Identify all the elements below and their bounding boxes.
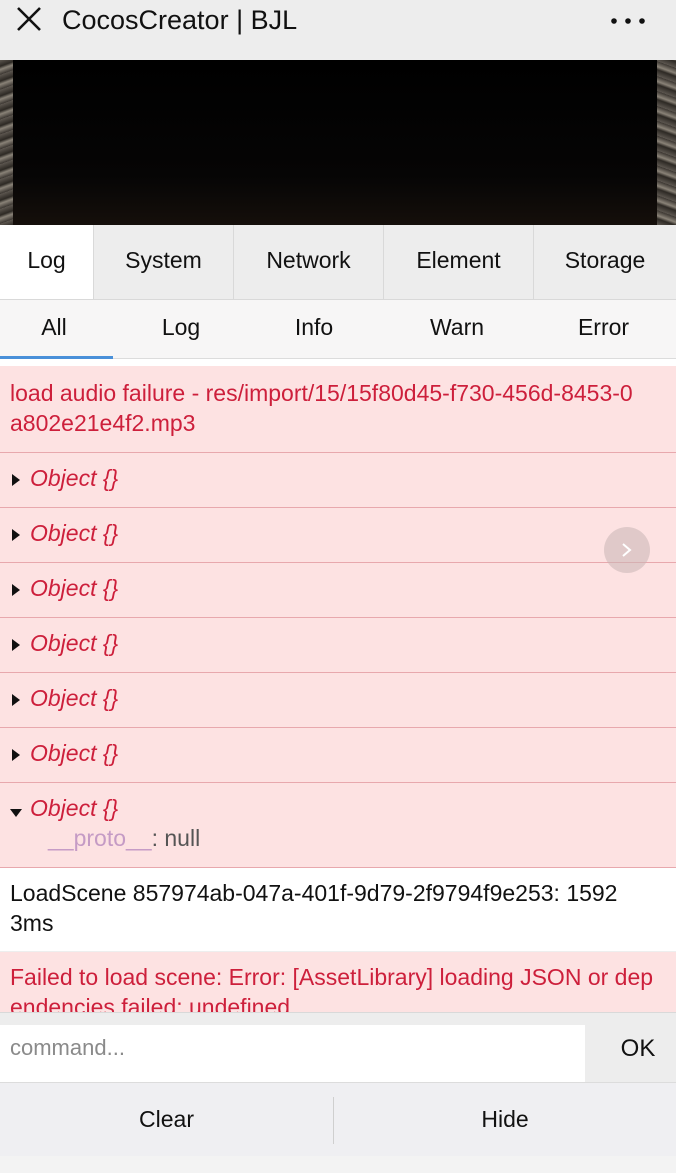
filter-log[interactable]: Log [113, 300, 249, 358]
active-filter-indicator [0, 356, 113, 359]
log-message: Failed to load scene: Error: [AssetLibra… [10, 964, 654, 1014]
game-viewport [13, 60, 657, 225]
command-input[interactable] [0, 1025, 585, 1083]
expand-arrow-icon[interactable] [11, 473, 21, 487]
expand-arrow-icon[interactable] [11, 693, 21, 707]
log-item-object[interactable]: Object {} [0, 453, 676, 508]
tab-network[interactable]: Network [234, 225, 384, 299]
game-border-right [657, 60, 676, 225]
proto-separator: : [151, 825, 165, 851]
object-label[interactable]: Object {} [30, 571, 118, 605]
expand-arrow-icon[interactable] [11, 638, 21, 652]
app-title: CocosCreator | BJL [62, 5, 298, 35]
log-item-load-scene: LoadScene 857974ab-047a-401f-9d79-2f9794… [0, 868, 676, 952]
expand-arrow-icon[interactable] [11, 583, 21, 597]
more-icon[interactable] [606, 10, 650, 32]
object-label[interactable]: Object {} [30, 791, 118, 825]
proto-property: __proto__: null [48, 823, 200, 853]
object-label[interactable]: Object {} [30, 626, 118, 660]
proto-value: null [164, 825, 201, 851]
filter-warn[interactable]: Warn [379, 300, 535, 358]
tab-log[interactable]: Log [0, 225, 94, 299]
scroll-button[interactable] [604, 527, 650, 573]
bottom-safe-area [0, 1156, 676, 1173]
ok-button[interactable]: OK [600, 1013, 676, 1083]
log-item-object[interactable]: Object {} [0, 508, 676, 563]
game-border-left [0, 60, 13, 225]
log-message: load audio failure - res/import/15/15f80… [10, 380, 633, 436]
log-filter-bar: All Log Info Warn Error [0, 300, 676, 359]
command-bar: OK [0, 1012, 676, 1083]
title-bar: CocosCreator | BJL [0, 0, 676, 60]
filter-info[interactable]: Info [249, 300, 379, 358]
filter-all[interactable]: All [0, 300, 108, 358]
log-item-object[interactable]: Object {} [0, 673, 676, 728]
hide-button[interactable]: Hide [334, 1083, 676, 1157]
log-item-object[interactable]: Object {} [0, 728, 676, 783]
game-canvas[interactable] [0, 60, 676, 225]
console-tab-bar: Log System Network Element Storage [0, 225, 676, 300]
log-message: LoadScene 857974ab-047a-401f-9d79-2f9794… [10, 880, 618, 936]
object-label[interactable]: Object {} [30, 681, 118, 715]
log-item-audio-error: load audio failure - res/import/15/15f80… [0, 366, 676, 453]
log-item-object[interactable]: Object {} [0, 563, 676, 618]
log-item-object-expanded[interactable]: Object {} __proto__: null [0, 783, 676, 868]
object-label[interactable]: Object {} [30, 516, 118, 550]
console-toolbar: Clear Hide [0, 1082, 676, 1156]
collapse-arrow-icon[interactable] [9, 808, 23, 818]
object-label[interactable]: Object {} [30, 461, 118, 495]
log-list[interactable]: load audio failure - res/import/15/15f80… [0, 366, 676, 1014]
tab-element[interactable]: Element [384, 225, 534, 299]
log-item-object[interactable]: Object {} [0, 618, 676, 673]
tab-storage[interactable]: Storage [534, 225, 676, 299]
expand-arrow-icon[interactable] [11, 528, 21, 542]
filter-error[interactable]: Error [535, 300, 672, 358]
clear-button[interactable]: Clear [0, 1083, 333, 1157]
chevron-right-icon [622, 543, 632, 557]
object-label[interactable]: Object {} [30, 736, 118, 770]
log-item-scene-error: Failed to load scene: Error: [AssetLibra… [0, 952, 676, 1014]
close-icon[interactable] [13, 3, 45, 35]
tab-system[interactable]: System [94, 225, 234, 299]
expand-arrow-icon[interactable] [11, 748, 21, 762]
proto-key: __proto__ [48, 825, 152, 851]
